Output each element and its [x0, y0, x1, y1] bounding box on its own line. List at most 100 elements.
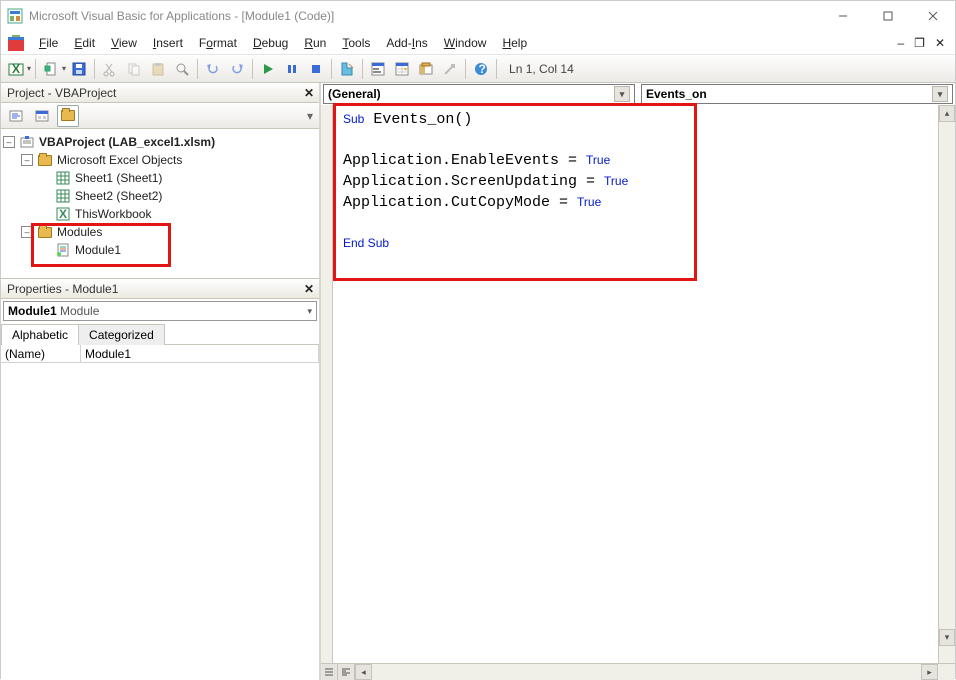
code-pane: (General) ▾ Events_on ▾ Sub Events_on() … [321, 83, 955, 680]
bottom-bar: ◂ ▸ [321, 663, 955, 680]
svg-text:?: ? [479, 62, 486, 76]
project-panel-close-button[interactable]: ✕ [301, 85, 317, 101]
property-value[interactable]: Module1 [81, 345, 319, 363]
workbook-label: ThisWorkbook [75, 207, 151, 221]
save-button[interactable] [68, 58, 90, 80]
procedure-view-button[interactable] [321, 664, 338, 680]
scroll-down-button[interactable]: ▾ [939, 629, 955, 646]
folder-icon [37, 152, 53, 168]
collapse-icon[interactable]: – [21, 154, 33, 166]
separator [197, 59, 198, 79]
tree-workbook-item[interactable]: X ThisWorkbook [3, 205, 317, 223]
separator [331, 59, 332, 79]
menu-addins[interactable]: Add-Ins [378, 34, 435, 52]
properties-panel: Properties - Module1 ✕ Module1 Module ▾ … [1, 279, 319, 680]
tree-project-root[interactable]: – VBAProject (LAB_excel1.xlsm) [3, 133, 317, 151]
object-name: Module1 [8, 304, 57, 318]
view-object-button[interactable] [31, 105, 53, 127]
tree-excel-objects-folder[interactable]: – Microsoft Excel Objects [3, 151, 317, 169]
sheet-icon [55, 188, 71, 204]
scroll-up-button[interactable]: ▴ [939, 105, 955, 122]
excel-objects-label: Microsoft Excel Objects [57, 153, 182, 167]
highlight-box [31, 223, 171, 267]
procedure-dropdown-value: Events_on [646, 87, 707, 101]
menu-bar: File Edit View Insert Format Debug Run T… [1, 31, 955, 55]
procedure-dropdown[interactable]: Events_on ▾ [641, 84, 953, 104]
scroll-left-button[interactable]: ◂ [355, 664, 372, 680]
code-area: Sub Events_on() Application.EnableEvents… [321, 105, 955, 663]
minimize-button[interactable] [820, 1, 865, 31]
menu-window[interactable]: Window [436, 34, 495, 52]
view-code-button[interactable] [5, 105, 27, 127]
menu-edit[interactable]: Edit [66, 34, 103, 52]
properties-panel-close-button[interactable]: ✕ [301, 281, 317, 297]
horizontal-scrollbar[interactable]: ◂ ▸ [355, 664, 938, 680]
copy-button[interactable] [123, 58, 145, 80]
properties-panel-title: Properties - Module1 [7, 282, 118, 296]
project-icon [19, 134, 35, 150]
project-panel-header: Project - VBAProject ✕ [1, 83, 319, 103]
toggle-folders-button[interactable] [57, 105, 79, 127]
view-excel-button[interactable]: X [5, 58, 27, 80]
separator [465, 59, 466, 79]
app-icon [7, 8, 23, 24]
menu-debug[interactable]: Debug [245, 34, 296, 52]
redo-button[interactable] [226, 58, 248, 80]
dropdown-caret-icon[interactable]: ▾ [62, 64, 66, 73]
scroll-right-button[interactable]: ▸ [921, 664, 938, 680]
find-button[interactable] [171, 58, 193, 80]
object-dropdown[interactable]: (General) ▾ [323, 84, 635, 104]
insert-button[interactable] [40, 58, 62, 80]
code-margin[interactable] [321, 105, 333, 663]
menu-help[interactable]: Help [494, 34, 535, 52]
project-tree[interactable]: – VBAProject (LAB_excel1.xlsm) – Microso… [1, 129, 319, 279]
menu-insert[interactable]: Insert [145, 34, 191, 52]
toolbar-overflow-icon[interactable]: ▾ [307, 109, 313, 123]
break-button[interactable] [281, 58, 303, 80]
properties-grid[interactable]: (Name) Module1 [1, 345, 319, 680]
help-button[interactable]: ? [470, 58, 492, 80]
maximize-button[interactable] [865, 1, 910, 31]
property-name: (Name) [1, 345, 81, 363]
run-button[interactable] [257, 58, 279, 80]
menu-format[interactable]: Format [191, 34, 245, 52]
chevron-down-icon: ▾ [307, 306, 312, 317]
cursor-position: Ln 1, Col 14 [501, 62, 582, 76]
property-row[interactable]: (Name) Module1 [1, 345, 319, 363]
menu-view[interactable]: View [103, 34, 145, 52]
dropdown-caret-icon[interactable]: ▾ [27, 64, 31, 73]
reset-button[interactable] [305, 58, 327, 80]
svg-text:X: X [59, 207, 67, 221]
properties-window-button[interactable] [391, 58, 413, 80]
object-selector-dropdown[interactable]: Module1 Module ▾ [3, 301, 317, 321]
separator [94, 59, 95, 79]
sheet-icon [55, 170, 71, 186]
menu-tools[interactable]: Tools [334, 34, 378, 52]
resize-grip[interactable] [938, 664, 955, 680]
tab-alphabetic[interactable]: Alphabetic [1, 324, 79, 345]
collapse-icon[interactable]: – [3, 136, 15, 148]
mdi-minimize-button[interactable]: – [897, 36, 904, 50]
toolbox-button[interactable] [439, 58, 461, 80]
standard-toolbar: X ▾ ▾ ? Ln 1, Col 14 [1, 55, 955, 83]
menu-run[interactable]: Run [296, 34, 334, 52]
cut-button[interactable] [99, 58, 121, 80]
undo-button[interactable] [202, 58, 224, 80]
design-mode-button[interactable] [336, 58, 358, 80]
vertical-scrollbar[interactable]: ▴ ▾ [938, 105, 955, 663]
title-bar: Microsoft Visual Basic for Applications … [1, 1, 955, 31]
mdi-restore-button[interactable]: ❐ [914, 36, 925, 50]
menu-file[interactable]: File [31, 34, 66, 52]
tree-sheet-item[interactable]: Sheet2 (Sheet2) [3, 187, 317, 205]
separator [35, 59, 36, 79]
code-dropdown-bar: (General) ▾ Events_on ▾ [321, 83, 955, 105]
mdi-close-button[interactable]: ✕ [935, 36, 945, 50]
close-button[interactable] [910, 1, 955, 31]
tab-categorized[interactable]: Categorized [78, 324, 165, 345]
paste-button[interactable] [147, 58, 169, 80]
full-module-view-button[interactable] [338, 664, 355, 680]
project-explorer-button[interactable] [367, 58, 389, 80]
tree-sheet-item[interactable]: Sheet1 (Sheet1) [3, 169, 317, 187]
separator [496, 59, 497, 79]
object-browser-button[interactable] [415, 58, 437, 80]
